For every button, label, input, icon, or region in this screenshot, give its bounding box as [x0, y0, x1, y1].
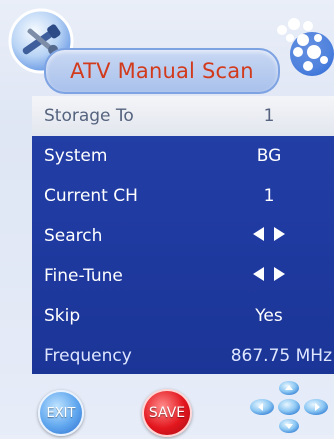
menu-item-search[interactable]: Search — [32, 216, 334, 256]
arrow-right-icon[interactable] — [273, 227, 285, 241]
menu-item-system[interactable]: System BG — [32, 136, 334, 176]
bubbles-icon — [268, 16, 334, 78]
menu-item-value: 1 — [263, 106, 275, 126]
menu-item-value: BG — [256, 146, 282, 166]
menu-item-storage-to[interactable]: Storage To 1 — [32, 96, 334, 136]
menu-item-fine-tune[interactable]: Fine-Tune — [32, 256, 334, 296]
menu-item-label: Skip — [44, 306, 81, 326]
left-right-arrows — [214, 266, 324, 286]
menu-item-label: Current CH — [44, 186, 138, 206]
menu-item-label: Storage To — [44, 106, 134, 126]
menu-item-label: Fine-Tune — [44, 266, 123, 286]
menu-item-skip[interactable]: Skip Yes — [32, 296, 334, 336]
arrow-left-icon[interactable] — [253, 227, 265, 241]
menu-item-label: Frequency — [44, 346, 132, 366]
arrow-right-icon[interactable] — [273, 267, 285, 281]
title-bar: ATV Manual Scan — [44, 48, 280, 94]
save-button[interactable]: SAVE — [142, 389, 192, 437]
menu-item-value: 1 — [263, 186, 275, 206]
footer: EXIT SAVE — [0, 376, 334, 437]
menu-item-value: 867.75 MHz — [230, 346, 332, 366]
menu-item-frequency[interactable]: Frequency 867.75 MHz — [32, 336, 334, 376]
exit-button[interactable]: EXIT — [38, 390, 84, 436]
dpad-icon[interactable] — [244, 380, 334, 435]
page-title: ATV Manual Scan — [70, 59, 254, 83]
menu-item-label: Search — [44, 226, 103, 246]
arrow-left-icon[interactable] — [253, 267, 265, 281]
left-right-arrows — [214, 226, 324, 246]
menu-item-current-ch[interactable]: Current CH 1 — [32, 176, 334, 216]
menu-item-value: Yes — [255, 306, 283, 326]
header: ATV Manual Scan — [0, 0, 334, 95]
settings-menu: Storage To 1 System BG Current CH 1 Sear… — [32, 96, 334, 374]
menu-item-label: System — [44, 146, 108, 166]
